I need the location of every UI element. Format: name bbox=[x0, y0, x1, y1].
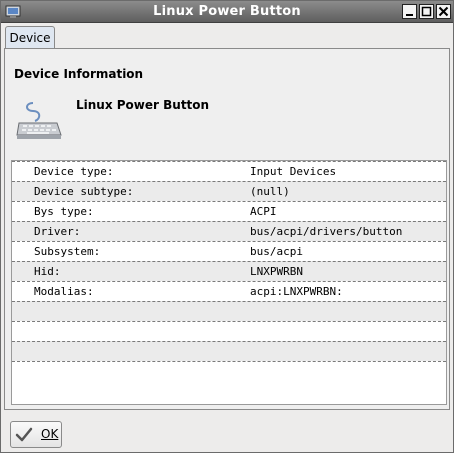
window-title: Linux Power Button bbox=[153, 4, 301, 19]
empty-row bbox=[12, 341, 446, 361]
device-name: Linux Power Button bbox=[76, 98, 210, 112]
empty-row bbox=[12, 321, 446, 341]
property-key: Subsystem: bbox=[34, 245, 101, 258]
device-properties-window: Linux Power Button Device Device Informa… bbox=[0, 0, 454, 453]
property-key: Device type: bbox=[34, 165, 114, 178]
table-row[interactable]: Subsystem: bus/acpi bbox=[12, 241, 446, 261]
table-row[interactable]: Driver: bus/acpi/drivers/button bbox=[12, 221, 446, 241]
property-value: bus/acpi bbox=[250, 245, 303, 258]
property-key: Bys type: bbox=[34, 205, 94, 218]
property-value: (null) bbox=[250, 185, 290, 198]
table-row[interactable]: Modalias: acpi:LNXPWRBN: bbox=[12, 281, 446, 301]
property-value: ACPI bbox=[250, 205, 277, 218]
tab-device[interactable]: Device bbox=[5, 26, 55, 49]
property-value: acpi:LNXPWRBN: bbox=[250, 285, 343, 298]
keyboard-icon bbox=[16, 102, 62, 139]
table-row[interactable]: Bys type: ACPI bbox=[12, 201, 446, 221]
property-value: Input Devices bbox=[250, 165, 337, 178]
close-icon bbox=[438, 6, 449, 17]
properties-table[interactable]: Device type: Input Devices Device subtyp… bbox=[11, 160, 447, 405]
minimize-icon bbox=[406, 14, 413, 16]
table-row[interactable]: Hid: LNXPWRBN bbox=[12, 261, 446, 281]
device-panel: Device Information Linux Power Button De… bbox=[4, 48, 450, 410]
close-button[interactable] bbox=[436, 4, 451, 19]
minimize-button[interactable] bbox=[402, 4, 417, 19]
checkmark-icon bbox=[15, 427, 33, 442]
property-value: bus/acpi/drivers/button bbox=[250, 225, 403, 238]
empty-row bbox=[12, 301, 446, 321]
empty-row bbox=[12, 361, 446, 381]
property-key: Modalias: bbox=[34, 285, 94, 298]
property-key: Driver: bbox=[34, 225, 81, 238]
titlebar[interactable]: Linux Power Button bbox=[1, 1, 453, 23]
tab-device-label: Device bbox=[9, 31, 51, 45]
maximize-button[interactable] bbox=[419, 4, 434, 19]
table-row[interactable]: Device type: Input Devices bbox=[12, 161, 446, 181]
section-title: Device Information bbox=[14, 67, 144, 81]
maximize-icon bbox=[421, 6, 432, 17]
ok-button[interactable]: OK bbox=[10, 421, 62, 448]
ok-button-label: OK bbox=[41, 427, 59, 441]
table-row[interactable]: Device subtype: (null) bbox=[12, 181, 446, 201]
property-value: LNXPWRBN bbox=[250, 265, 303, 278]
property-key: Hid: bbox=[34, 265, 61, 278]
property-key: Device subtype: bbox=[34, 185, 134, 198]
